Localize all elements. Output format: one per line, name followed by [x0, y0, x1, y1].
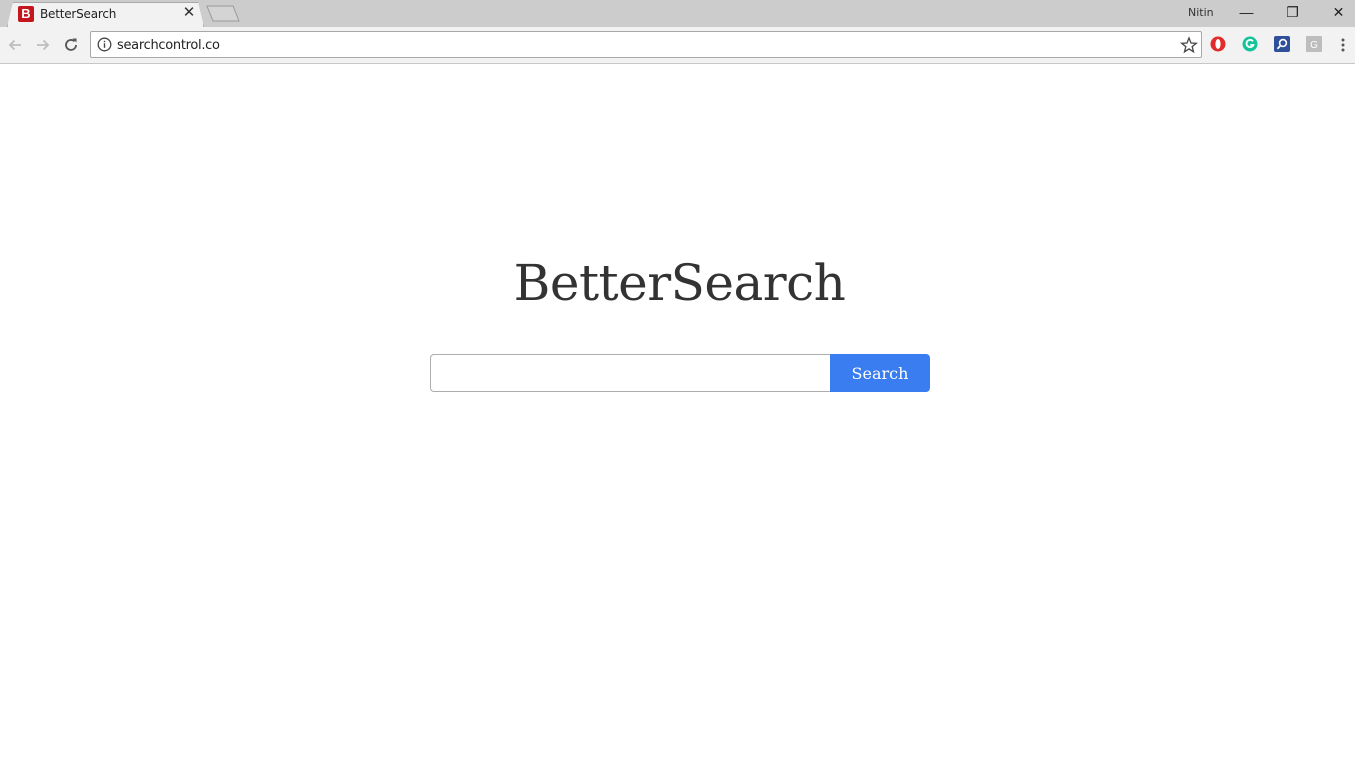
browser-toolbar: searchcontrol.co G [0, 27, 1355, 64]
search-button[interactable]: Search [830, 354, 930, 392]
new-tab-button[interactable] [206, 5, 240, 22]
search-extension-icon[interactable] [1274, 36, 1290, 52]
opera-icon[interactable] [1210, 36, 1226, 52]
forward-button[interactable] [33, 35, 53, 55]
search-form: Search [430, 354, 930, 392]
grammarly-icon[interactable] [1242, 36, 1258, 52]
reload-icon [65, 38, 77, 51]
window-close-button[interactable]: ✕ [1316, 0, 1355, 24]
tab-title: BetterSearch [40, 7, 117, 21]
search-input[interactable] [430, 354, 831, 392]
tab-strip: B BetterSearch ✕ Nitin — ❐ ✕ [0, 0, 1355, 27]
bookmark-star-icon[interactable] [1180, 36, 1198, 54]
tab-close-icon[interactable]: ✕ [181, 5, 197, 21]
minimize-button[interactable]: — [1224, 0, 1269, 24]
page-content: BetterSearch Search [0, 64, 1355, 765]
profile-name[interactable]: Nitin [1188, 6, 1214, 19]
svg-text:G: G [1310, 40, 1318, 51]
url-text[interactable]: searchcontrol.co [117, 38, 220, 53]
restore-button[interactable]: ❐ [1270, 0, 1315, 24]
more-menu-icon[interactable] [1337, 36, 1349, 54]
favicon-icon: B [18, 6, 34, 22]
google-extension-icon[interactable]: G [1306, 36, 1322, 52]
brand-title: BetterSearch [513, 254, 846, 312]
address-bar[interactable]: searchcontrol.co [90, 31, 1202, 58]
arrow-right-icon [37, 39, 50, 51]
reload-button[interactable] [61, 35, 81, 55]
back-button[interactable] [5, 35, 25, 55]
arrow-left-icon [8, 39, 21, 51]
info-icon[interactable] [97, 37, 112, 52]
